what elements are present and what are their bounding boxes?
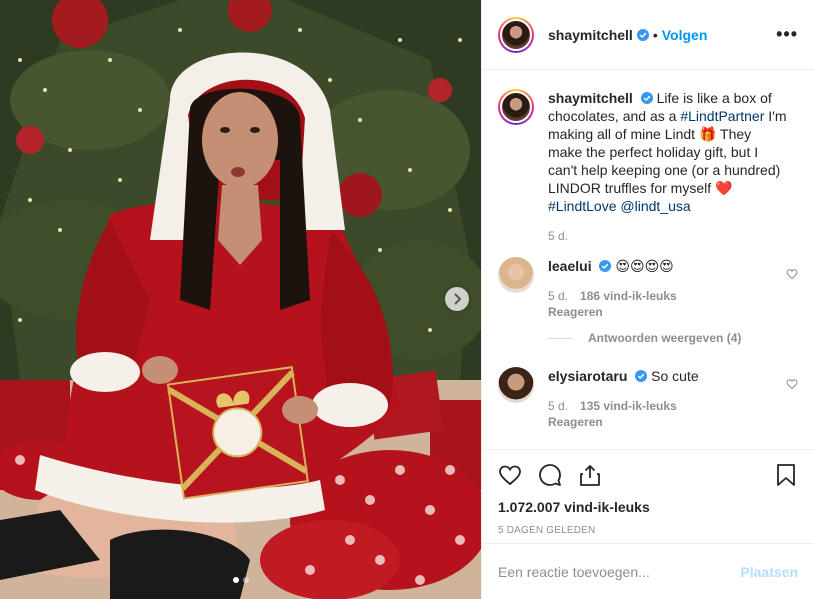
caption-username[interactable]: shaymitchell xyxy=(548,90,633,106)
heart-icon[interactable] xyxy=(498,463,522,487)
comment: elysiarotaru So cute 5 d. 135 vind-ik-leu… xyxy=(498,367,798,429)
verified-badge-icon xyxy=(599,260,612,272)
comment-text: leaelui 😍😍😍😍 xyxy=(548,257,677,275)
commenter-avatar[interactable] xyxy=(498,367,534,403)
caption-meta: 5 d. xyxy=(548,229,788,243)
comment-icon[interactable] xyxy=(538,463,562,487)
carousel-indicator xyxy=(0,577,481,583)
caption-text: shaymitchell Life is like a box of choco… xyxy=(548,89,788,215)
caption-time[interactable]: 5 d. xyxy=(548,229,568,243)
comments-list[interactable]: shaymitchell Life is like a box of choco… xyxy=(482,70,814,449)
comment-time[interactable]: 5 d. xyxy=(548,289,568,303)
like-comment-heart-icon[interactable] xyxy=(786,378,798,390)
verified-badge-icon xyxy=(640,92,653,104)
post-comment-button[interactable]: Plaatsen xyxy=(740,564,798,580)
author-username[interactable]: shaymitchell xyxy=(548,27,633,43)
share-icon[interactable] xyxy=(578,463,602,487)
separator-bullet: • xyxy=(652,26,658,43)
add-comment-bar: Plaatsen xyxy=(482,543,814,599)
comment-body: 😍😍😍😍 xyxy=(615,258,674,274)
caption-author-avatar[interactable] xyxy=(498,89,534,125)
author-avatar[interactable] xyxy=(498,16,534,53)
comment-username[interactable]: leaelui xyxy=(548,258,592,274)
action-bar xyxy=(482,449,814,499)
hashtag-link[interactable]: #LindtLove xyxy=(548,198,617,214)
carousel-dot-active xyxy=(232,577,239,583)
post-likes-count[interactable]: 1.072.007 vind-ik-leuks xyxy=(482,499,814,521)
instagram-post: shaymitchell • Volgen ••• shaymitchell L… xyxy=(0,0,814,599)
verified-badge-icon xyxy=(636,28,649,41)
bookmark-icon[interactable] xyxy=(774,463,798,487)
comment-likes[interactable]: 186 vind-ik-leuks xyxy=(580,289,677,303)
post-panel: shaymitchell • Volgen ••• shaymitchell L… xyxy=(481,0,814,599)
view-replies-button[interactable]: Antwoorden weergeven (4) xyxy=(548,331,741,345)
comment-meta: 5 d. 186 vind-ik-leuks Reageren xyxy=(548,289,677,319)
mention-link[interactable]: @lindt_usa xyxy=(620,198,690,214)
post-photo[interactable] xyxy=(0,0,481,599)
comment-likes[interactable]: 135 vind-ik-leuks xyxy=(580,399,677,413)
post-header: shaymitchell • Volgen ••• xyxy=(482,0,814,70)
chevron-right-icon xyxy=(454,293,462,305)
post-date[interactable]: 5 DAGEN GELEDEN xyxy=(482,521,814,543)
comment-body: So cute xyxy=(651,368,699,384)
carousel-dot xyxy=(242,577,249,583)
comment-time[interactable]: 5 d. xyxy=(548,399,568,413)
comment-input[interactable] xyxy=(498,563,741,580)
comment-username[interactable]: elysiarotaru xyxy=(548,368,627,384)
like-comment-heart-icon[interactable] xyxy=(786,268,798,280)
more-options-button[interactable]: ••• xyxy=(776,24,798,45)
view-replies-line xyxy=(548,337,572,339)
comment: leaelui 😍😍😍😍 5 d. 186 vind-ik-leuks Reage… xyxy=(498,257,798,319)
comment-meta: 5 d. 135 vind-ik-leuks Reageren xyxy=(548,399,699,429)
comment-text: elysiarotaru So cute xyxy=(548,367,699,385)
hashtag-link[interactable]: #LindtPartner xyxy=(680,108,764,124)
verified-badge-icon xyxy=(635,370,648,382)
view-replies-label: Antwoorden weergeven (4) xyxy=(588,331,742,345)
follow-button[interactable]: Volgen xyxy=(662,27,708,43)
photo-scene xyxy=(0,0,481,599)
reply-button[interactable]: Reageren xyxy=(548,415,699,429)
caption: shaymitchell Life is like a box of choco… xyxy=(498,89,798,243)
next-slide-button[interactable] xyxy=(445,287,469,311)
reply-button[interactable]: Reageren xyxy=(548,305,677,319)
commenter-avatar[interactable] xyxy=(498,257,534,293)
